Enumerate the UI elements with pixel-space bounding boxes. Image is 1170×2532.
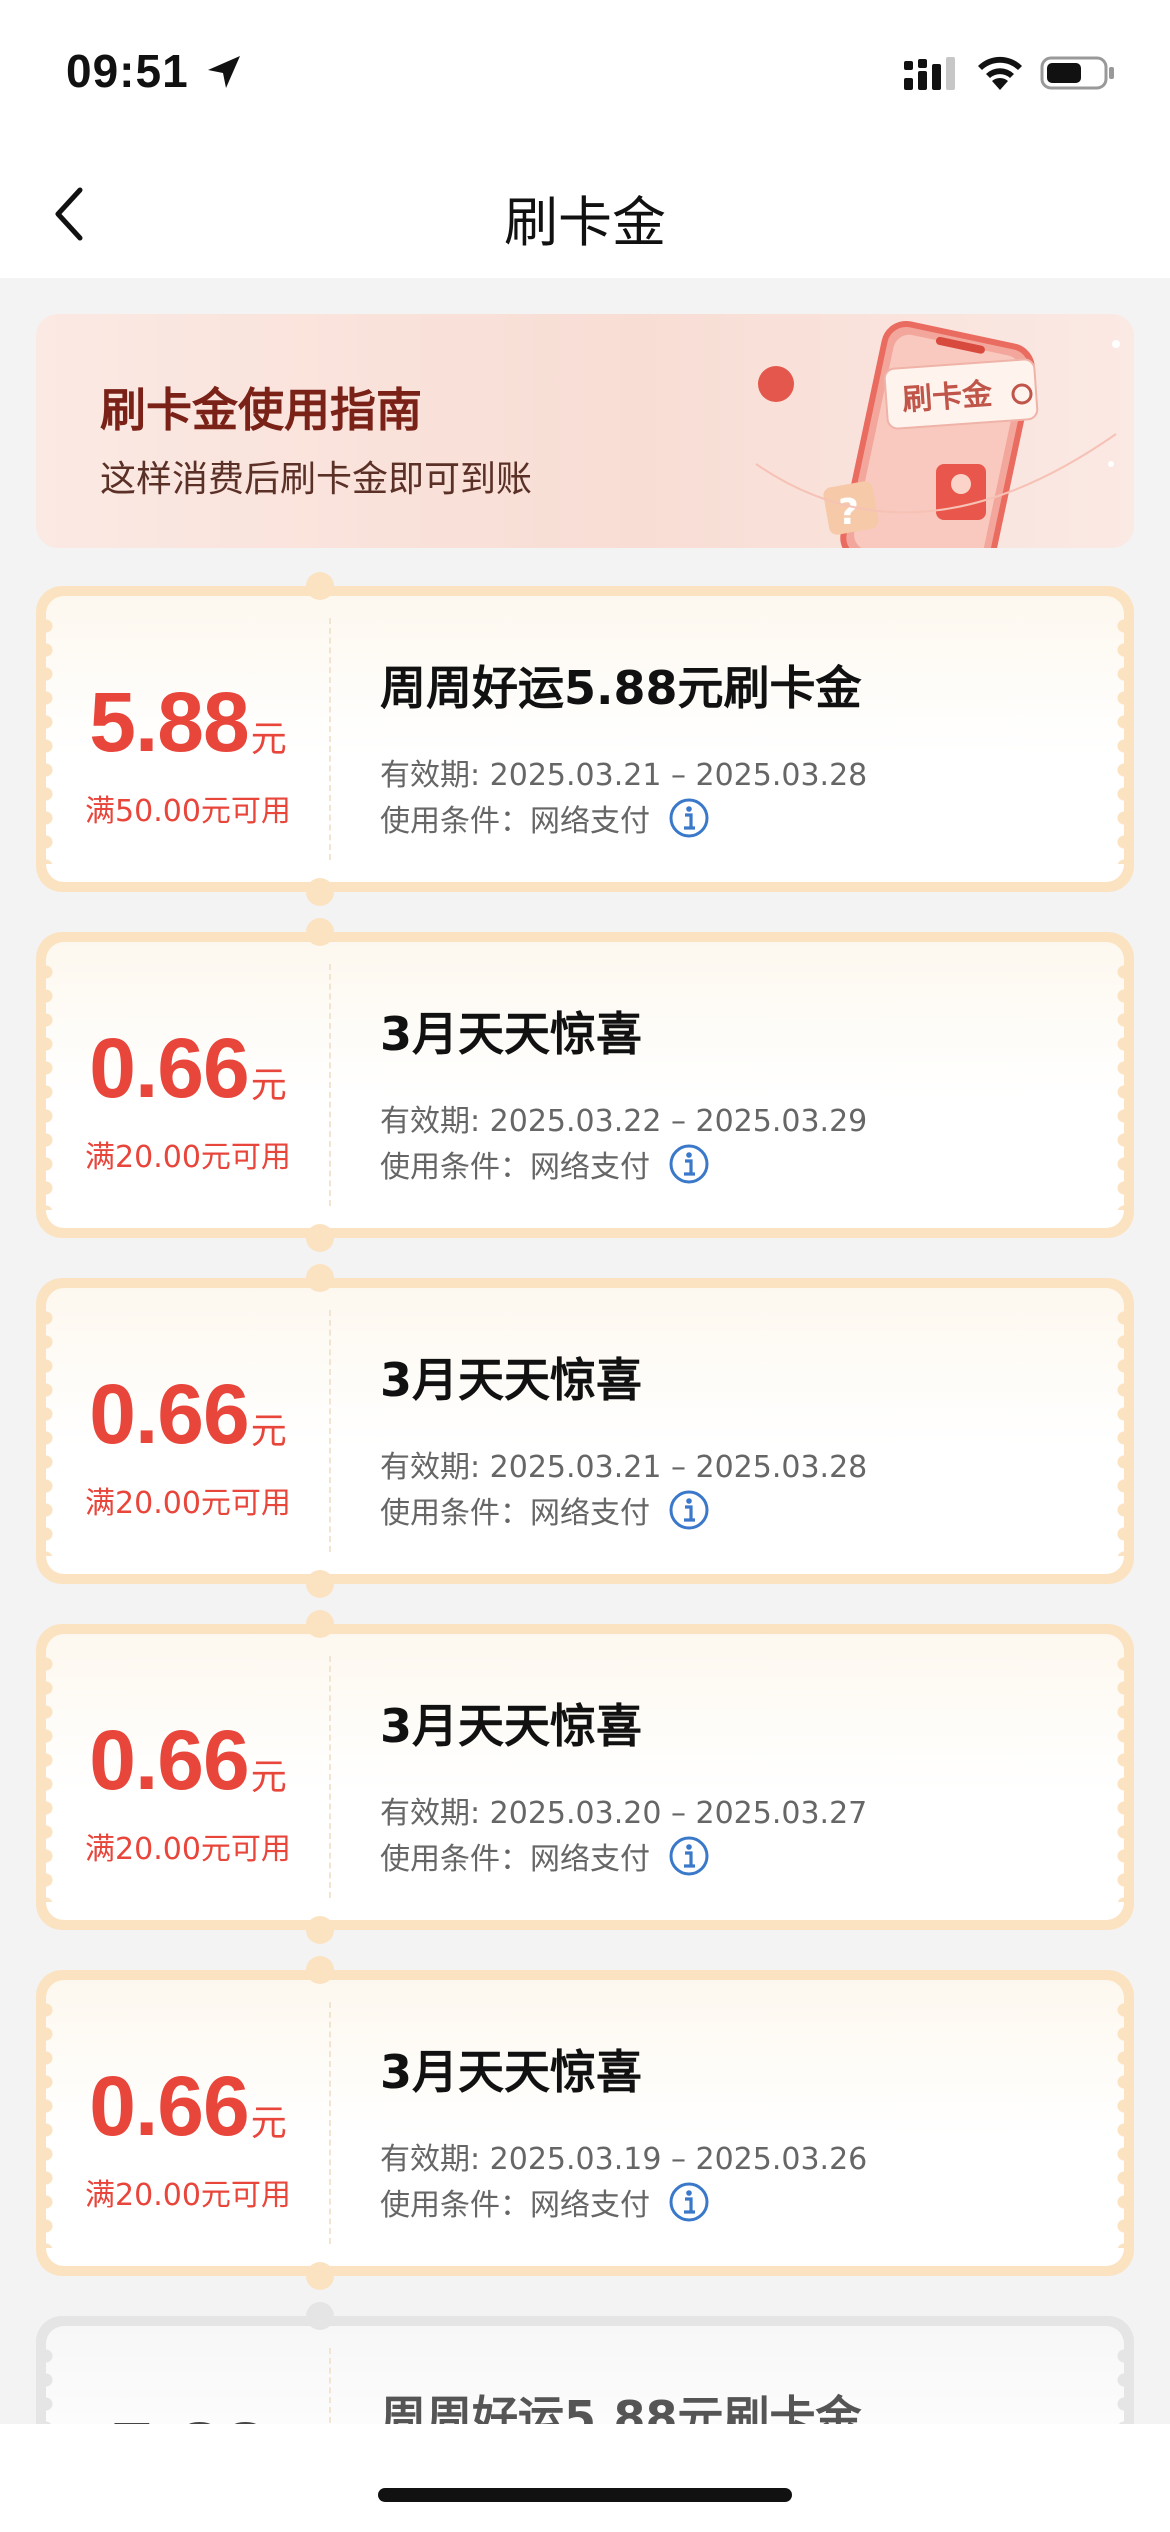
status-bar: 09:51: [0, 0, 1170, 148]
usage-guide-banner[interactable]: 刷卡金使用指南 这样消费后刷卡金即可到账 刷卡金 ?: [36, 314, 1134, 548]
coupon-usage: 使用条件：网络支付: [380, 796, 710, 840]
info-icon[interactable]: [668, 2181, 710, 2223]
coupon-condition: 满50.00元可用: [85, 794, 291, 829]
amount-unit: 元: [250, 1065, 287, 1106]
location-arrow-icon: [208, 56, 240, 88]
coupon-usage: 使用条件：网络支付: [380, 1142, 710, 1186]
amount-value: 0.66: [89, 1367, 249, 1461]
coupon-amount: 0.66元: [46, 1366, 330, 1463]
coupon-condition: 满20.00元可用: [85, 2178, 291, 2213]
coupon-validity: 有效期: 2025.03.21 – 2025.03.28: [380, 758, 868, 793]
nav-bar: 刷卡金: [0, 148, 1170, 278]
coupon-amount: 5.88元: [46, 674, 330, 771]
info-icon[interactable]: [668, 1143, 710, 1185]
coupon-card[interactable]: 0.66元 满20.00元可用 3月天天惊喜 有效期: 2025.03.19 –…: [36, 1956, 1134, 2290]
usage-label: 使用条件：网络支付: [380, 1842, 650, 1877]
banner-title: 刷卡金使用指南: [100, 383, 422, 437]
wifi-icon: [978, 56, 1022, 90]
usage-label: 使用条件：网络支付: [380, 2188, 650, 2223]
coupon-name: 3月天天惊喜: [380, 1007, 643, 1061]
usage-label: 使用条件：网络支付: [380, 804, 650, 839]
banner-art-label: 刷卡金: [901, 377, 994, 418]
amount-value: 0.66: [89, 1021, 249, 1115]
coupon-condition: 满20.00元可用: [85, 1486, 291, 1521]
coupon-card[interactable]: 0.66元 满20.00元可用 3月天天惊喜 有效期: 2025.03.21 –…: [36, 1264, 1134, 1598]
coupon-card[interactable]: 5.88元 满50.00元可用 周周好运5.88元刷卡金 有效期: 2025.0…: [36, 572, 1134, 906]
coupon-card[interactable]: 0.66元 满20.00元可用 3月天天惊喜 有效期: 2025.03.22 –…: [36, 918, 1134, 1252]
amount-unit: 元: [250, 2103, 287, 2144]
status-time: 09:51: [66, 45, 189, 97]
amount-unit: 元: [250, 1757, 287, 1798]
banner-subtitle: 这样消费后刷卡金即可到账: [100, 459, 533, 500]
coupon-usage: 使用条件：网络支付: [380, 2180, 710, 2224]
banner-art-question: ?: [838, 492, 859, 533]
page: 09:51 刷卡金 刷卡金使用指南 这样消费后刷卡金即可到账 刷卡金 ? 5.8…: [0, 0, 1170, 2532]
coupon-name: 3月天天惊喜: [380, 2045, 643, 2099]
battery-icon: [1040, 56, 1114, 90]
coupon-card[interactable]: 0.66元 满20.00元可用 3月天天惊喜 有效期: 2025.03.20 –…: [36, 1610, 1134, 1944]
coupon-usage: 使用条件：网络支付: [380, 1488, 710, 1532]
cellular-signal-icon: [904, 57, 955, 90]
home-indicator[interactable]: [378, 2488, 792, 2502]
usage-label: 使用条件：网络支付: [380, 1496, 650, 1531]
bottom-safe-area: [0, 2424, 1170, 2532]
coupon-name: 周周好运5.88元刷卡金: [380, 661, 862, 715]
coupon-validity: 有效期: 2025.03.22 – 2025.03.29: [380, 1104, 868, 1139]
amount-unit: 元: [250, 719, 287, 760]
usage-label: 使用条件：网络支付: [380, 1150, 650, 1185]
coupon-condition: 满20.00元可用: [85, 1832, 291, 1867]
coupon-name: 3月天天惊喜: [380, 1353, 643, 1407]
phone-illustration-icon: 刷卡金 ?: [755, 321, 1120, 548]
amount-unit: 元: [250, 1411, 287, 1452]
info-icon[interactable]: [668, 797, 710, 839]
amount-value: 5.88: [89, 675, 249, 769]
coupon-condition: 满20.00元可用: [85, 1140, 291, 1175]
coupon-amount: 0.66元: [46, 1020, 330, 1117]
coupon-amount: 0.66元: [46, 2058, 330, 2155]
coupon-validity: 有效期: 2025.03.19 – 2025.03.26: [380, 2142, 868, 2177]
coupon-amount: 0.66元: [46, 1712, 330, 1809]
coupon-usage: 使用条件：网络支付: [380, 1834, 710, 1878]
coupon-validity: 有效期: 2025.03.20 – 2025.03.27: [380, 1796, 868, 1831]
coupon-name: 3月天天惊喜: [380, 1699, 643, 1753]
coupon-validity: 有效期: 2025.03.21 – 2025.03.28: [380, 1450, 868, 1485]
amount-value: 0.66: [89, 2059, 249, 2153]
info-icon[interactable]: [668, 1489, 710, 1531]
amount-value: 0.66: [89, 1713, 249, 1807]
info-icon[interactable]: [668, 1835, 710, 1877]
page-title: 刷卡金: [504, 191, 666, 254]
